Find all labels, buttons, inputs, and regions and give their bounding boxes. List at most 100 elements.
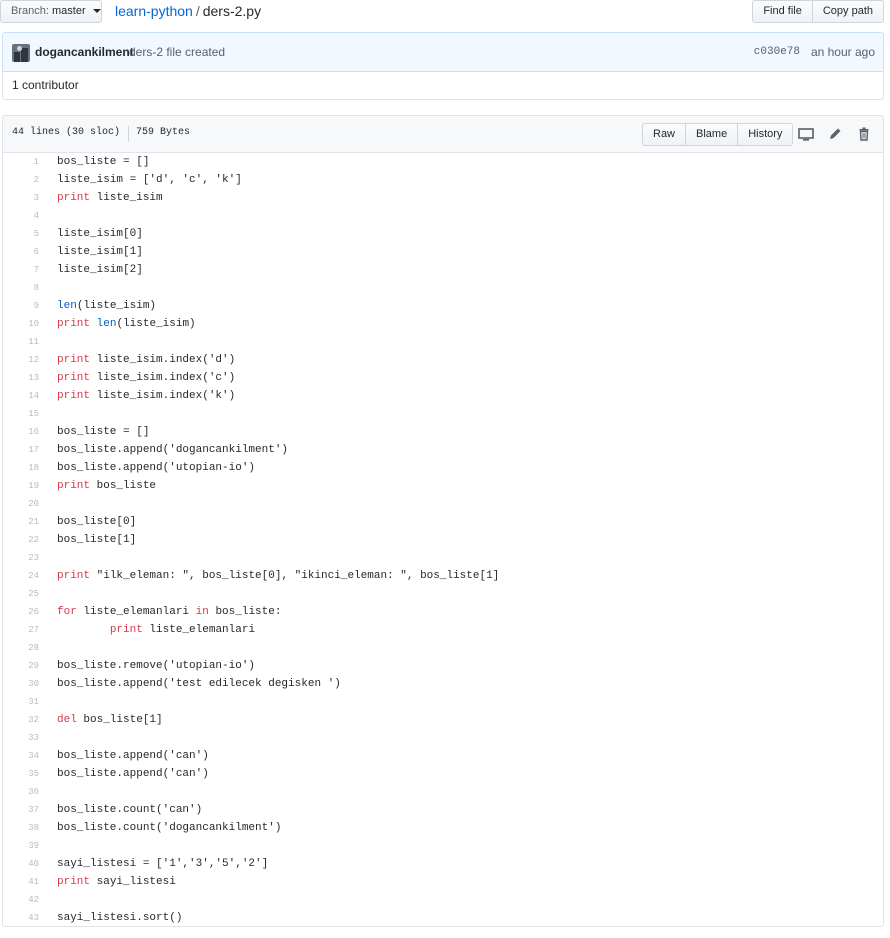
line-number[interactable]: 39 — [3, 837, 39, 855]
breadcrumb: learn-python / ders-2.py — [115, 1, 261, 21]
line-code: bos_liste.remove('utopian-io') — [57, 660, 256, 672]
pencil-icon[interactable] — [825, 124, 845, 144]
line-number[interactable]: 21 — [3, 513, 39, 531]
find-file-button[interactable]: Find file — [752, 0, 813, 23]
line-number[interactable]: 7 — [3, 261, 39, 279]
code-line: 21 bos_liste[0] — [3, 513, 883, 531]
trash-icon[interactable] — [854, 124, 874, 144]
line-number[interactable]: 6 — [3, 243, 39, 261]
code-line: 31 — [3, 693, 883, 711]
line-number[interactable]: 15 — [3, 405, 39, 423]
file-name: ders-2.py — [202, 3, 262, 19]
line-number[interactable]: 27 — [3, 621, 39, 639]
code-line: 22 bos_liste[1] — [3, 531, 883, 549]
line-number[interactable]: 18 — [3, 459, 39, 477]
line-code: liste_isim[0] — [57, 228, 143, 240]
contributors-count[interactable]: 1 contributor — [2, 71, 884, 100]
commit-author[interactable]: dogancankilment — [35, 45, 134, 59]
file-header: 44 lines (30 sloc) 759 Bytes Raw Blame H… — [3, 116, 883, 153]
line-number[interactable]: 13 — [3, 369, 39, 387]
line-number[interactable]: 29 — [3, 657, 39, 675]
line-number[interactable]: 26 — [3, 603, 39, 621]
line-number[interactable]: 23 — [3, 549, 39, 567]
line-code: liste_isim = ['d', 'c', 'k'] — [57, 174, 242, 186]
line-number[interactable]: 41 — [3, 873, 39, 891]
code-line: 27 print liste_elemanlari — [3, 621, 883, 639]
line-code: print liste_isim — [57, 192, 163, 204]
line-number[interactable]: 36 — [3, 783, 39, 801]
line-number[interactable]: 22 — [3, 531, 39, 549]
code-line: 13 print liste_isim.index('c') — [3, 369, 883, 387]
line-code: bos_liste.append('can') — [57, 750, 209, 762]
line-number[interactable]: 4 — [3, 207, 39, 225]
line-number[interactable]: 31 — [3, 693, 39, 711]
code-line: 12 print liste_isim.index('d') — [3, 351, 883, 369]
line-number[interactable]: 2 — [3, 171, 39, 189]
line-number[interactable]: 35 — [3, 765, 39, 783]
line-number[interactable]: 9 — [3, 297, 39, 315]
line-number[interactable]: 16 — [3, 423, 39, 441]
line-number[interactable]: 33 — [3, 729, 39, 747]
line-code: len(liste_isim) — [57, 300, 157, 312]
repo-link[interactable]: learn-python — [115, 3, 193, 19]
line-number[interactable]: 19 — [3, 477, 39, 495]
line-code: print bos_liste — [57, 480, 157, 492]
line-code: bos_liste[0] — [57, 516, 137, 528]
line-number[interactable]: 5 — [3, 225, 39, 243]
line-number[interactable]: 28 — [3, 639, 39, 657]
copy-path-button[interactable]: Copy path — [811, 0, 884, 23]
code-line: 25 — [3, 585, 883, 603]
line-number[interactable]: 30 — [3, 675, 39, 693]
code-line: 26 for liste_elemanlari in bos_liste: — [3, 603, 883, 621]
code-body: 1 bos_liste = [] 2 liste_isim = ['d', 'c', … — [3, 153, 883, 926]
line-number[interactable]: 11 — [3, 333, 39, 351]
line-number[interactable]: 38 — [3, 819, 39, 837]
code-line: 15 — [3, 405, 883, 423]
line-number[interactable]: 43 — [3, 909, 39, 926]
breadcrumb-separator: / — [195, 3, 200, 19]
line-number[interactable]: 12 — [3, 351, 39, 369]
code-line: 7 liste_isim[2] — [3, 261, 883, 279]
line-number[interactable]: 40 — [3, 855, 39, 873]
line-code: liste_isim[2] — [57, 264, 143, 276]
code-line: 20 — [3, 495, 883, 513]
line-number[interactable]: 20 — [3, 495, 39, 513]
blame-button[interactable]: Blame — [685, 123, 739, 146]
line-number[interactable]: 32 — [3, 711, 39, 729]
branch-select-button[interactable]: Branch: master — [0, 0, 102, 23]
code-line: 43 sayi_listesi.sort() — [3, 909, 883, 926]
code-line: 42 — [3, 891, 883, 909]
code-line: 19 print bos_liste — [3, 477, 883, 495]
file-viewer: 44 lines (30 sloc) 759 Bytes Raw Blame H… — [2, 115, 884, 927]
line-code: print liste_isim.index('k') — [57, 390, 236, 402]
line-code: bos_liste = [] — [57, 156, 150, 168]
line-number[interactable]: 1 — [3, 153, 39, 171]
line-number[interactable]: 14 — [3, 387, 39, 405]
commit-time: an hour ago — [810, 45, 875, 59]
line-number[interactable]: 17 — [3, 441, 39, 459]
line-number[interactable]: 42 — [3, 891, 39, 909]
line-number[interactable]: 24 — [3, 567, 39, 585]
line-code: bos_liste.count('dogancankilment') — [57, 822, 282, 834]
line-code: for liste_elemanlari in bos_liste: — [57, 606, 282, 618]
commit-sha[interactable]: c030e78 — [754, 46, 800, 58]
chevron-down-icon — [92, 9, 101, 14]
line-number[interactable]: 10 — [3, 315, 39, 333]
line-number[interactable]: 3 — [3, 189, 39, 207]
code-line: 16 bos_liste = [] — [3, 423, 883, 441]
commit-message[interactable]: ders-2 file created — [129, 45, 225, 59]
line-number[interactable]: 34 — [3, 747, 39, 765]
line-code: print "ilk_eleman: ", bos_liste[0], "iki… — [57, 570, 500, 582]
raw-button[interactable]: Raw — [642, 123, 687, 146]
desktop-icon[interactable] — [796, 124, 816, 144]
code-line: 35 bos_liste.append('can') — [3, 765, 883, 783]
avatar[interactable] — [12, 44, 30, 62]
code-line: 32 del bos_liste[1] — [3, 711, 883, 729]
branch-prefix: Branch: — [11, 5, 49, 17]
history-button[interactable]: History — [737, 123, 794, 146]
line-number[interactable]: 25 — [3, 585, 39, 603]
line-number[interactable]: 37 — [3, 801, 39, 819]
line-number[interactable]: 8 — [3, 279, 39, 297]
